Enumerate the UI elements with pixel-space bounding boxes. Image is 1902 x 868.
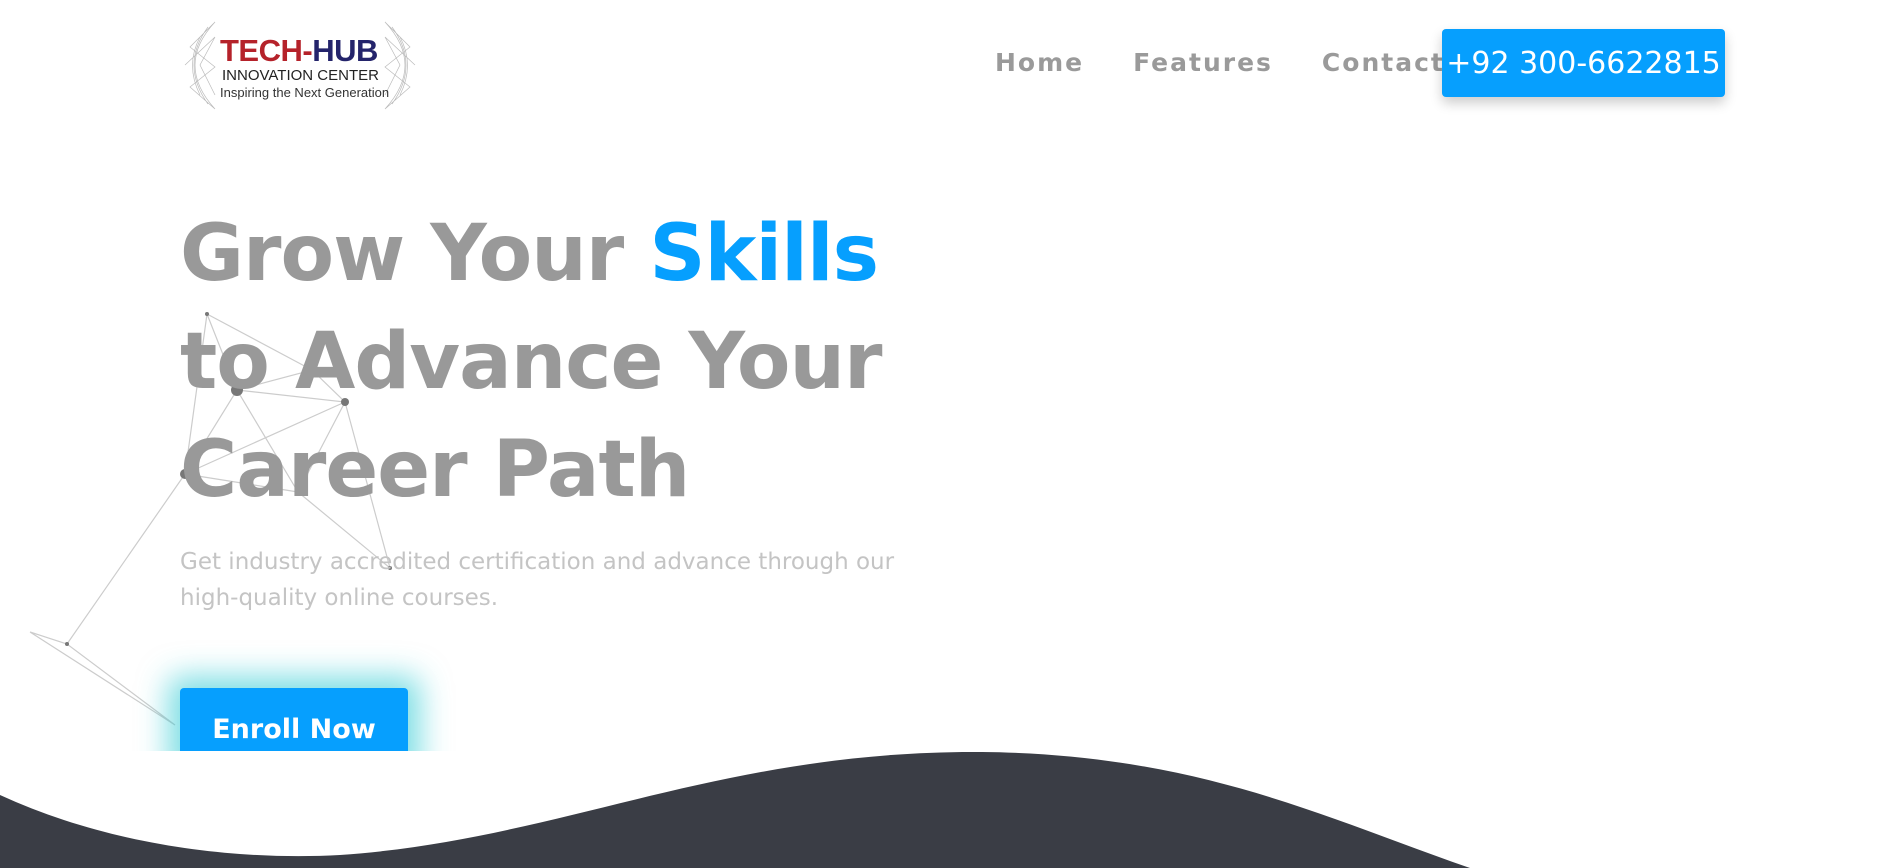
main-nav: Home Features Contact bbox=[995, 48, 1445, 77]
phone-button[interactable]: +92 300-6622815 bbox=[1442, 29, 1725, 97]
nav-features[interactable]: Features bbox=[1133, 48, 1273, 77]
hero-title: Grow Your Skills to Advance Your Career … bbox=[180, 209, 882, 515]
logo-subtitle: INNOVATION CENTER bbox=[222, 67, 379, 84]
hero-subtitle: Get industry accredited certification an… bbox=[180, 549, 895, 611]
logo-text-hub: HUB bbox=[312, 33, 378, 68]
nav-home[interactable]: Home bbox=[995, 48, 1084, 77]
hero-title-highlight: Skills bbox=[649, 209, 879, 299]
logo[interactable]: TECH-HUB INNOVATION CENTER Inspiring the… bbox=[180, 17, 420, 114]
nav-contact[interactable]: Contact bbox=[1322, 48, 1445, 77]
wave-divider bbox=[0, 751, 1470, 868]
logo-tagline: Inspiring the Next Generation bbox=[220, 85, 390, 100]
logo-text-tech: TECH- bbox=[220, 33, 313, 68]
